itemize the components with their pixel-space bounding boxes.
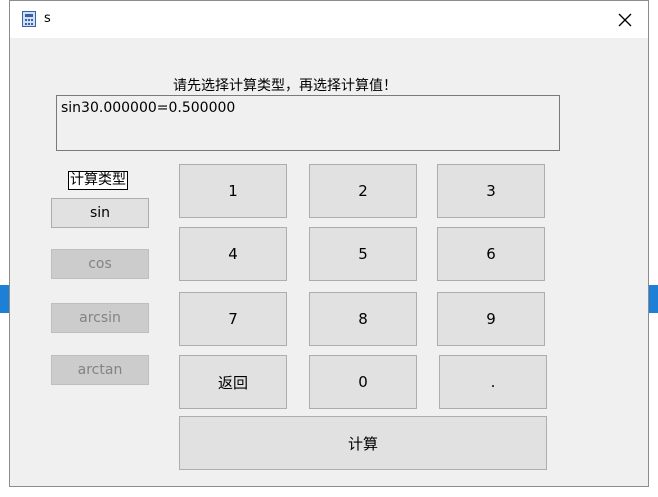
calculate-button[interactable]: 计算 [179, 416, 547, 470]
key-3[interactable]: 3 [437, 164, 545, 218]
cos-button[interactable]: cos [51, 249, 149, 279]
close-button[interactable] [602, 1, 648, 38]
arctan-button[interactable]: arctan [51, 355, 149, 385]
arcsin-button[interactable]: arcsin [51, 303, 149, 333]
key-1[interactable]: 1 [179, 164, 287, 218]
key-8[interactable]: 8 [309, 292, 417, 346]
key-6[interactable]: 6 [437, 227, 545, 281]
back-button[interactable]: 返回 [179, 355, 287, 409]
key-decimal[interactable]: . [439, 355, 547, 409]
calculator-window: s 请先选择计算类型，再选择计算值！ sin30.000000=0.500000… [9, 0, 649, 487]
calculator-icon [22, 11, 36, 27]
key-7[interactable]: 7 [179, 292, 287, 346]
key-9[interactable]: 9 [437, 292, 545, 346]
sin-button[interactable]: sin [51, 198, 149, 228]
result-display[interactable]: sin30.000000=0.500000 [56, 95, 560, 151]
instruction-label: 请先选择计算类型，再选择计算值！ [173, 78, 397, 94]
window-title: s [44, 11, 51, 26]
key-5[interactable]: 5 [309, 227, 417, 281]
title-bar[interactable]: s [10, 1, 648, 38]
key-0[interactable]: 0 [309, 355, 417, 409]
key-4[interactable]: 4 [179, 227, 287, 281]
close-icon [618, 13, 632, 26]
calc-type-label: 计算类型 [68, 171, 128, 190]
key-2[interactable]: 2 [309, 164, 417, 218]
